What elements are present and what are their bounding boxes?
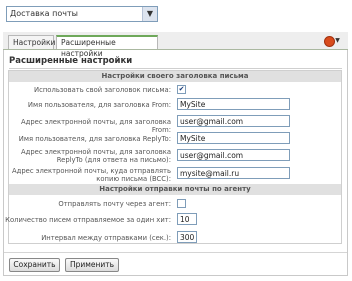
interval-field[interactable] — [177, 231, 197, 243]
per-hit-label: Количество писем отправляемое за один хи… — [5, 216, 171, 224]
tab-bar: Настройки Расширенные настройки ▼ — [3, 32, 348, 58]
replyto-email-label: Адрес электронной почты, для заголовка R… — [20, 148, 171, 164]
send-via-agent-label: Отправлять почту через агент: — [58, 200, 171, 208]
use-own-header-checkbox[interactable]: ✔ — [177, 85, 186, 94]
from-email-label: Адрес электронной почты, для заголовка F… — [20, 118, 171, 134]
bcc-label: Адрес электронной почты, куда отправлять… — [11, 167, 171, 183]
module-select[interactable]: Доставка почты ▼ — [6, 6, 158, 22]
help-icon[interactable]: ▼ — [324, 35, 340, 47]
from-name-label: Имя пользователя, для заголовка From: — [27, 101, 171, 109]
send-via-agent-checkbox[interactable] — [177, 199, 186, 208]
apply-button[interactable]: Применить — [65, 258, 119, 272]
divider — [9, 68, 342, 69]
per-hit-field[interactable] — [177, 213, 197, 225]
chevron-down-icon[interactable]: ▼ — [142, 7, 157, 21]
from-name-field[interactable] — [177, 98, 290, 110]
interval-label: Интервал между отправками (сек.): — [41, 234, 171, 242]
sender-header-section-title: Настройки своего заголовка письма — [9, 71, 341, 82]
replyto-email-field[interactable] — [177, 149, 290, 161]
bcc-field[interactable] — [177, 167, 290, 179]
tab-settings[interactable]: Настройки — [8, 35, 55, 49]
save-button[interactable]: Сохранить — [9, 258, 60, 272]
replyto-name-label: Имя пользователя, для заголовка ReplyTo: — [18, 135, 171, 143]
replyto-name-field[interactable] — [177, 132, 290, 144]
from-email-field[interactable] — [177, 115, 290, 127]
section-title: Расширенные настройки — [9, 56, 133, 66]
module-select-value: Доставка почты — [10, 9, 78, 18]
agent-section-title: Настройки отправки почты по агенту — [9, 184, 341, 195]
button-bar-divider — [4, 252, 347, 253]
tab-advanced-settings[interactable]: Расширенные настройки — [56, 35, 158, 58]
use-own-header-label: Использовать свой заголовок письма: — [34, 86, 171, 94]
